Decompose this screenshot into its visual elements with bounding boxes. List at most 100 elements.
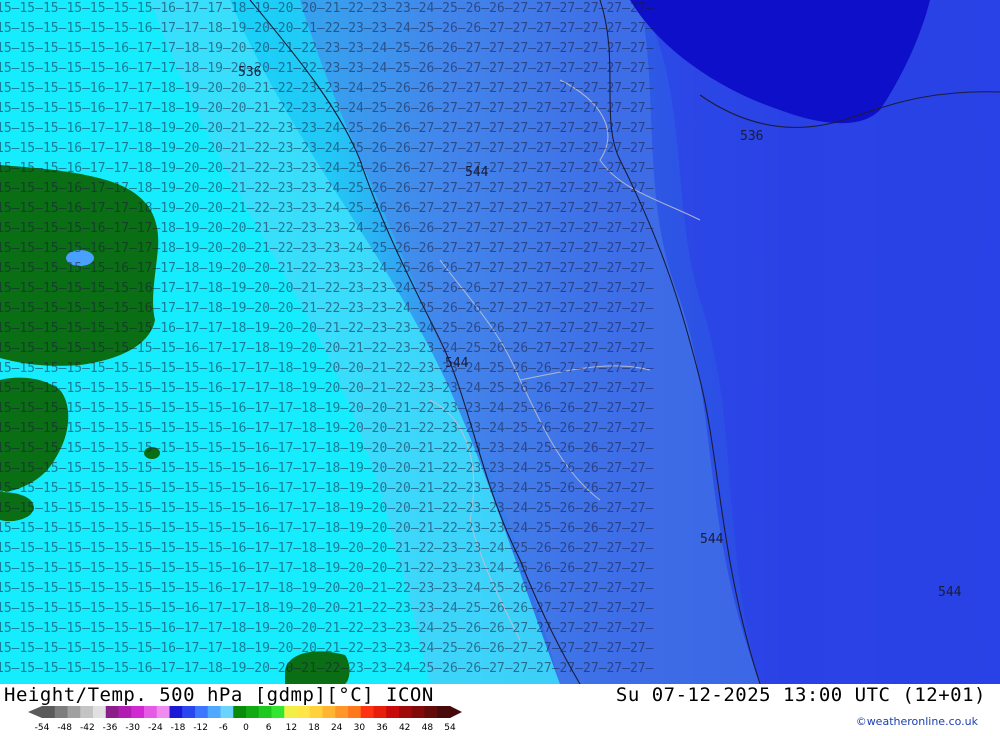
legend-label: 18 xyxy=(308,723,320,732)
isotherm-row: 15–15–15–15–15–15–15–15–15–15–16–17–17–1… xyxy=(0,561,654,576)
legend-swatch xyxy=(233,706,247,718)
legend-swatch xyxy=(118,706,132,718)
isotherm-row: 15–15–15–15–15–15–15–15–16–17–17–18–19–2… xyxy=(0,601,654,616)
isotherm-row: 15–15–15–16–17–17–18–19–20–20–21–22–23–2… xyxy=(0,141,654,156)
legend-label: 0 xyxy=(243,723,249,732)
legend-label: 6 xyxy=(266,723,272,732)
legend-swatch xyxy=(182,706,196,718)
legend-swatch xyxy=(144,706,158,718)
legend-swatch xyxy=(246,706,260,718)
legend-label: -18 xyxy=(171,723,186,732)
legend-label: -54 xyxy=(35,723,50,732)
weather-map: 15–15–15–15–15–15–15–16–17–17–18–19–20–2… xyxy=(0,0,1000,684)
isotherm-row: 15–15–15–15–15–15–15–15–15–15–16–17–17–1… xyxy=(0,401,654,416)
legend-label: 30 xyxy=(354,723,366,732)
color-legend: -54 -48 -42 -36 -30 -24 -18 -12 -6 0 6 12 18 24 30 36 42… xyxy=(26,706,466,733)
isotherm-row: 15–15–15–15–15–15–15–15–15–16–17–17–18–1… xyxy=(0,581,654,596)
legend-label: 36 xyxy=(376,723,388,732)
legend-swatch xyxy=(54,706,68,718)
isotherm-row: 15–15–15–15–15–15–15–15–15–15–16–17–17–1… xyxy=(0,541,654,556)
spot-label: 544 xyxy=(445,356,469,371)
legend-label: -12 xyxy=(193,723,208,732)
isotherm-row: 15–15–15–15–16–17–17–18–19–20–20–21–22–2… xyxy=(0,101,654,116)
legend-arrow-right xyxy=(450,706,462,718)
legend-label: 42 xyxy=(399,723,410,732)
isotherm-row: 15–15–15–15–15–15–15–15–15–15–15–16–17–1… xyxy=(0,461,654,476)
isotherm-row: 15–15–15–15–15–15–15–15–15–15–16–17–17–1… xyxy=(0,421,654,436)
spot-label: 536 xyxy=(740,129,763,144)
legend-label: 12 xyxy=(286,723,297,732)
spot-label: 544 xyxy=(700,532,724,547)
isotherm-row: 15–15–15–16–17–17–18–19–20–20–21–22–23–2… xyxy=(0,201,654,216)
legend-label: -30 xyxy=(125,723,140,732)
isotherm-row: 15–15–15–15–15–15–15–15–16–17–17–18–19–2… xyxy=(0,341,654,356)
spot-label: 544 xyxy=(938,585,962,600)
legend-swatch xyxy=(373,706,387,718)
legend-swatch xyxy=(322,706,336,718)
isotherm-row: 15–15–15–15–15–15–15–15–15–15–15–16–17–1… xyxy=(0,501,654,516)
isotherm-row: 15–15–15–16–17–17–18–19–20–20–21–22–23–2… xyxy=(0,121,654,136)
legend-swatch xyxy=(67,706,81,718)
legend-swatch xyxy=(169,706,183,718)
map-canvas: 15–15–15–15–15–15–15–16–17–17–18–19–20–2… xyxy=(0,0,1000,684)
legend-swatch xyxy=(360,706,374,718)
legend-swatch xyxy=(93,706,107,718)
isotherm-row: 15–15–15–15–16–17–17–18–19–20–20–21–22–2… xyxy=(0,81,654,96)
legend-swatch xyxy=(195,706,209,718)
legend-swatch xyxy=(80,706,94,718)
legend-swatch xyxy=(271,706,285,718)
isotherm-row: 15–15–15–15–15–15–15–16–17–17–18–19–20–2… xyxy=(0,321,654,336)
isotherm-row: 15–15–15–15–15–15–15–15–15–15–15–16–17–1… xyxy=(0,481,654,496)
isotherm-row: 15–15–15–15–15–15–15–16–17–17–18–19–20–2… xyxy=(0,1,654,16)
isotherm-row: 15–15–15–15–15–15–15–15–15–15–15–16–17–1… xyxy=(0,441,654,456)
legend-label: 48 xyxy=(422,723,434,732)
map-title: Height/Temp. 500 hPa [gdmp][°C] ICON xyxy=(4,684,434,706)
legend-swatch xyxy=(131,706,145,718)
legend-bar: -54 -48 -42 -36 -30 -24 -18 -12 -6 0 6 12 18 24 30 36 42… xyxy=(28,706,462,733)
spot-label: 544 xyxy=(465,165,489,180)
legend-swatch xyxy=(258,706,272,718)
spot-label: 536 xyxy=(238,65,261,80)
legend-swatch xyxy=(105,706,119,718)
isotherm-row: 15–15–15–16–17–17–18–19–20–20–21–22–23–2… xyxy=(0,161,654,176)
legend-swatch xyxy=(399,706,413,718)
isotherm-row: 15–15–15–15–15–15–15–15–15–16–17–17–18–1… xyxy=(0,381,654,396)
legend-swatch xyxy=(220,706,234,718)
isotherm-row: 15–15–15–15–15–15–16–17–17–18–19–20–20–2… xyxy=(0,301,654,316)
isotherm-row: 15–15–15–15–15–15–15–16–17–17–18–19–20–2… xyxy=(0,641,654,656)
legend-swatch xyxy=(335,706,349,718)
legend-label: -36 xyxy=(103,723,118,732)
legend-swatch xyxy=(437,706,451,718)
isotherm-row: 15–15–15–15–15–16–17–17–18–19–20–20–21–2… xyxy=(0,41,654,56)
isotherm-row: 15–15–15–15–15–15–16–17–17–18–19–20–20–2… xyxy=(0,21,654,36)
isotherm-row: 15–15–15–15–15–16–17–17–18–19–20–20–21–2… xyxy=(0,61,654,76)
isotherm-row: 15–15–15–15–15–15–15–15–15–16–17–17–18–1… xyxy=(0,361,654,376)
legend-label: 54 xyxy=(444,723,456,732)
isotherm-row: 15–15–15–15–15–16–17–17–18–19–20–20–21–2… xyxy=(0,261,654,276)
legend-swatch xyxy=(348,706,362,718)
legend-label: -48 xyxy=(57,723,72,732)
legend-swatch xyxy=(207,706,221,718)
legend-label: -24 xyxy=(148,723,163,732)
legend-label: -42 xyxy=(80,723,95,732)
valid-time: Su 07-12-2025 13:00 UTC (12+01) xyxy=(615,684,986,706)
legend-label: 24 xyxy=(331,723,343,732)
isotherm-row: 15–15–15–16–17–17–18–19–20–20–21–22–23–2… xyxy=(0,181,654,196)
legend-swatch xyxy=(424,706,438,718)
legend-swatch xyxy=(156,706,170,718)
isotherm-row: 15–15–15–15–16–17–17–18–19–20–20–21–22–2… xyxy=(0,221,654,236)
isotherm-row: 15–15–15–15–15–15–15–16–17–17–18–19–20–2… xyxy=(0,621,654,636)
legend-swatch xyxy=(297,706,311,718)
isotherm-row: 15–15–15–15–15–15–16–17–17–18–19–20–20–2… xyxy=(0,661,654,676)
credit-link[interactable]: ©weatheronline.co.uk xyxy=(856,715,978,728)
legend-swatch xyxy=(284,706,298,718)
legend-label: -6 xyxy=(219,723,228,732)
legend-swatch xyxy=(386,706,400,718)
legend-swatch xyxy=(309,706,323,718)
map-footer: Height/Temp. 500 hPa [gdmp][°C] ICON Su … xyxy=(0,684,1000,733)
legend-swatch xyxy=(411,706,425,718)
legend-swatch xyxy=(42,706,56,718)
isotherm-row: 15–15–15–15–15–15–15–15–15–15–15–16–17–1… xyxy=(0,521,654,536)
legend-arrow-left xyxy=(28,706,42,718)
isotherm-row: 15–15–15–15–16–17–17–18–19–20–20–21–22–2… xyxy=(0,241,654,256)
